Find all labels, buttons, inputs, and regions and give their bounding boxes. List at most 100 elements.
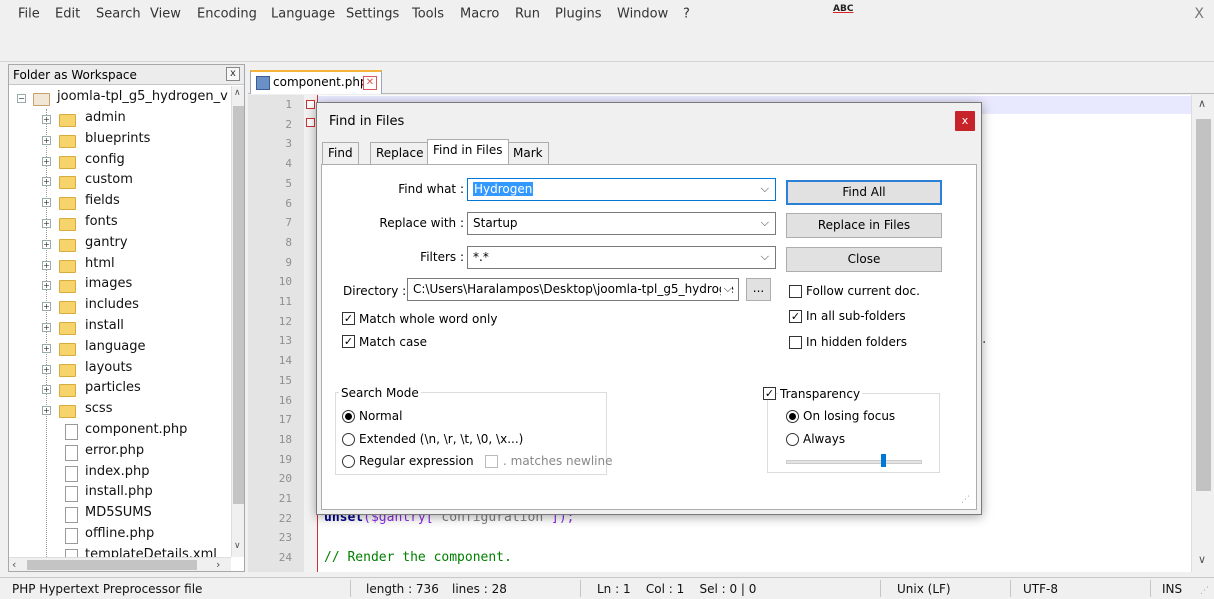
tree-file[interactable]: index.php	[9, 463, 231, 483]
on-losing-focus-label[interactable]: On losing focus	[803, 409, 895, 423]
expand-icon[interactable]: +	[42, 343, 51, 353]
workspace-close-icon[interactable]: x	[226, 67, 240, 81]
expand-icon[interactable]: +	[42, 198, 51, 208]
expand-icon[interactable]: +	[42, 156, 51, 166]
dialog-resize-grip-icon[interactable]: ⋰	[961, 495, 970, 505]
chevron-down-icon[interactable]: ⌵	[761, 250, 769, 264]
tree-folder-install[interactable]: + install	[9, 317, 231, 337]
match-whole-word-label[interactable]: Match whole word only	[359, 312, 497, 326]
tab-component-php[interactable]: component.php ✕	[250, 70, 382, 94]
in-hidden-folders-checkbox[interactable]	[789, 336, 802, 349]
scroll-down-icon[interactable]: ∨	[234, 541, 241, 551]
matches-newline-label[interactable]: . matches newline	[503, 454, 613, 468]
replace-in-files-button[interactable]: Replace in Files	[786, 213, 942, 238]
tree-file[interactable]: offline.php	[9, 525, 231, 545]
workspace-hscroll-thumb[interactable]	[27, 560, 197, 570]
transparency-slider-track[interactable]	[786, 460, 922, 464]
always-radio[interactable]	[786, 433, 799, 446]
menu-run[interactable]: Run	[515, 7, 540, 22]
editor-vertical-scrollbar[interactable]: ∧ ∨	[1191, 95, 1214, 572]
tab-replace[interactable]: Replace	[370, 142, 430, 164]
always-label[interactable]: Always	[803, 432, 845, 446]
extended-radio[interactable]	[342, 433, 355, 446]
scroll-up-icon[interactable]: ∧	[1198, 97, 1206, 110]
tree-folder-gantry[interactable]: + gantry	[9, 234, 231, 254]
find-what-combo[interactable]: Hydrogen ⌵	[467, 178, 776, 201]
expand-icon[interactable]: +	[42, 406, 51, 416]
menu-encoding[interactable]: Encoding	[197, 7, 257, 22]
regex-label[interactable]: Regular expression	[359, 454, 474, 468]
window-close-icon[interactable]: X	[1194, 6, 1204, 22]
expand-icon[interactable]: +	[42, 239, 51, 249]
collapse-icon[interactable]: −	[17, 94, 26, 103]
menu-plugins[interactable]: Plugins	[555, 7, 602, 22]
expand-icon[interactable]: +	[42, 115, 51, 124]
tab-mark[interactable]: Mark	[507, 142, 549, 164]
tree-folder-fonts[interactable]: + fonts	[9, 213, 231, 233]
directory-combo[interactable]: C:\Users\Haralampos\Desktop\joomla-tpl_g…	[407, 278, 739, 301]
find-all-button[interactable]: Find All	[786, 180, 942, 205]
tab-find[interactable]: Find	[322, 142, 359, 164]
tree-folder-includes[interactable]: + includes	[9, 296, 231, 316]
expand-icon[interactable]: +	[42, 364, 51, 374]
transparency-slider-thumb[interactable]	[881, 454, 887, 467]
regex-radio[interactable]	[342, 455, 355, 468]
on-losing-focus-radio[interactable]	[786, 410, 799, 423]
tab-find-in-files[interactable]: Find in Files	[427, 139, 509, 164]
normal-radio[interactable]	[342, 410, 355, 423]
tree-folder-config[interactable]: + config	[9, 151, 231, 171]
menu-tools[interactable]: Tools	[412, 7, 444, 22]
tree-folder-html[interactable]: + html	[9, 255, 231, 275]
transparency-label[interactable]: Transparency	[778, 387, 863, 401]
in-all-subfolders-label[interactable]: In all sub-folders	[806, 309, 906, 323]
scroll-right-icon[interactable]: ›	[216, 558, 220, 571]
chevron-down-icon[interactable]: ⌵	[761, 182, 769, 196]
scroll-left-icon[interactable]: ‹	[12, 558, 16, 571]
expand-icon[interactable]: +	[42, 385, 51, 395]
menu-file[interactable]: File	[18, 7, 40, 22]
matches-newline-checkbox[interactable]	[485, 455, 498, 468]
transparency-checkbox[interactable]: ✓	[763, 387, 776, 400]
tree-file[interactable]: component.php	[9, 421, 231, 441]
expand-icon[interactable]: +	[42, 135, 51, 145]
expand-icon[interactable]: +	[42, 260, 51, 270]
tree-folder-fields[interactable]: + fields	[9, 192, 231, 212]
tree-folder-scss[interactable]: + scss	[9, 400, 231, 420]
filters-combo[interactable]: *.* ⌵	[467, 246, 776, 269]
menu-settings[interactable]: Settings	[346, 7, 399, 22]
tree-folder-language[interactable]: + language	[9, 338, 231, 358]
tree-folder-custom[interactable]: + custom	[9, 171, 231, 191]
replace-with-combo[interactable]: Startup ⌵	[467, 212, 776, 235]
tree-file[interactable]: MD5SUMS	[9, 504, 231, 524]
workspace-scroll-thumb[interactable]	[233, 106, 244, 504]
scroll-up-icon[interactable]: ∧	[234, 88, 241, 98]
follow-current-doc-label[interactable]: Follow current doc.	[806, 284, 920, 298]
menu-view[interactable]: View	[150, 7, 181, 22]
match-whole-word-checkbox[interactable]: ✓	[342, 312, 355, 325]
spellcheck-icon[interactable]: ABC	[833, 0, 855, 18]
expand-icon[interactable]: +	[42, 302, 51, 312]
expand-icon[interactable]: +	[42, 177, 51, 187]
tree-file[interactable]: install.php	[9, 483, 231, 503]
scroll-down-icon[interactable]: ∨	[1198, 553, 1206, 566]
tree-file[interactable]: templateDetails.xml	[9, 546, 231, 557]
menu-search[interactable]: Search	[96, 7, 141, 22]
workspace-horizontal-scrollbar[interactable]: ‹ ›	[9, 557, 231, 571]
menu-window[interactable]: Window	[617, 7, 668, 22]
fold-toggle-icon[interactable]	[306, 118, 315, 127]
chevron-down-icon[interactable]: ⌵	[720, 282, 732, 296]
tree-folder-layouts[interactable]: + layouts	[9, 359, 231, 379]
resize-grip-icon[interactable]: ⋰	[1200, 586, 1209, 596]
tree-file[interactable]: error.php	[9, 442, 231, 462]
tree-folder-admin[interactable]: + admin	[9, 109, 231, 129]
expand-icon[interactable]: +	[42, 323, 51, 332]
expand-icon[interactable]: +	[42, 281, 51, 291]
normal-label[interactable]: Normal	[359, 409, 402, 423]
menu-help[interactable]: ?	[683, 7, 690, 22]
extended-label[interactable]: Extended (\n, \r, \t, \0, \x...)	[359, 432, 523, 446]
in-hidden-folders-label[interactable]: In hidden folders	[806, 335, 907, 349]
browse-button[interactable]: ...	[746, 278, 771, 301]
menu-edit[interactable]: Edit	[55, 7, 80, 22]
menu-macro[interactable]: Macro	[460, 7, 499, 22]
editor-scroll-thumb[interactable]	[1196, 119, 1211, 491]
